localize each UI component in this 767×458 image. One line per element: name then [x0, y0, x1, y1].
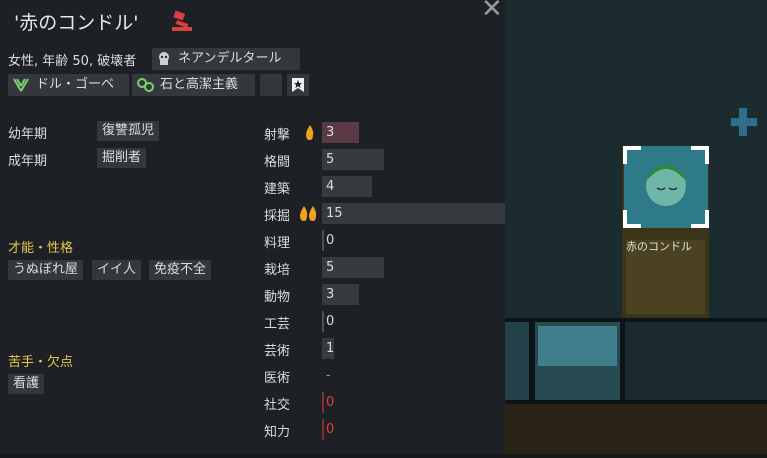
adulthood-backstory[interactable]: 掘削者 — [97, 148, 147, 168]
skill-name: 採掘 — [264, 209, 291, 224]
skill-name: 建築 — [264, 182, 291, 197]
traits-heading: 才能・性格 — [8, 241, 74, 256]
color-swatch[interactable] — [260, 74, 282, 96]
skill-value: 3 — [326, 287, 335, 302]
incapable-heading: 苦手・欠点 — [8, 355, 74, 370]
minor-passion-icon — [306, 125, 314, 140]
close-icon[interactable]: ✕ — [481, 0, 503, 22]
faction-label: 石と高潔主義 — [160, 77, 239, 92]
adulthood-label: 成年期 — [8, 154, 48, 169]
trait-chip[interactable]: イイ人 — [92, 260, 142, 280]
skill-name: 射撃 — [264, 128, 291, 143]
skill-level-bar[interactable] — [322, 419, 324, 440]
pawn-map-label[interactable]: 赤のコンドル — [626, 238, 692, 254]
gavel-icon[interactable] — [168, 10, 196, 34]
childhood-backstory[interactable]: 復讐孤児 — [97, 121, 160, 141]
skill-value: - — [326, 368, 331, 383]
skill-name: 栽培 — [264, 263, 291, 278]
skill-value: 0 — [326, 422, 335, 437]
skill-value: 0 — [326, 395, 335, 410]
skill-level-bar[interactable] — [322, 311, 324, 332]
skill-name: 工芸 — [264, 317, 291, 332]
favorite-tag[interactable] — [287, 74, 309, 96]
xenotype-label: ネアンデルタール — [178, 51, 282, 66]
skill-name: 社交 — [264, 398, 291, 413]
skill-name: 知力 — [264, 425, 291, 440]
map-scene — [505, 0, 767, 454]
trait-chip[interactable]: うぬぼれ屋 — [8, 260, 84, 280]
childhood-label: 幼年期 — [8, 127, 48, 142]
skill-value: 5 — [326, 152, 335, 167]
skill-value: 0 — [326, 314, 335, 329]
incapable-chip[interactable]: 看護 — [8, 374, 45, 394]
skill-value: 15 — [326, 206, 343, 221]
skill-level-bar[interactable] — [322, 203, 508, 224]
map-view[interactable]: 赤のコンドル — [505, 0, 767, 454]
skill-value: 3 — [326, 125, 335, 140]
character-panel: '赤のコンドル' ✕ 女性, 年齢 50, 破壊者 ネアンデルタール ドル・ゴー… — [0, 0, 508, 454]
skill-value: 1 — [326, 341, 335, 356]
bookmark-star-icon — [292, 78, 304, 92]
skill-value: 0 — [326, 233, 335, 248]
faction-tag[interactable]: 石と高潔主義 — [132, 74, 255, 96]
xenotype-tag[interactable]: ネアンデルタール — [152, 48, 300, 70]
skill-name: 動物 — [264, 290, 291, 305]
skill-level-bar[interactable] — [322, 392, 324, 413]
skill-level-bar[interactable] — [322, 230, 324, 251]
pawn-summary: 女性, 年齢 50, 破壊者 — [8, 54, 137, 69]
skill-name: 芸術 — [264, 344, 291, 359]
ideoligion-tag[interactable]: ドル・ゴーベ — [8, 74, 129, 96]
skill-value: 4 — [326, 179, 335, 194]
pawn-name-title[interactable]: '赤のコンドル' — [14, 8, 138, 35]
trait-chip[interactable]: 免疫不全 — [149, 260, 212, 280]
skill-name: 医術 — [264, 371, 291, 386]
skill-name: 格闘 — [264, 155, 291, 170]
ideoligion-icon — [13, 78, 29, 92]
ideoligion-label: ドル・ゴーベ — [36, 77, 115, 92]
major-passion-icon — [300, 206, 317, 221]
skill-value: 5 — [326, 260, 335, 275]
skill-name: 料理 — [264, 236, 291, 251]
xenotype-icon — [159, 52, 169, 65]
faction-icon — [137, 78, 154, 92]
